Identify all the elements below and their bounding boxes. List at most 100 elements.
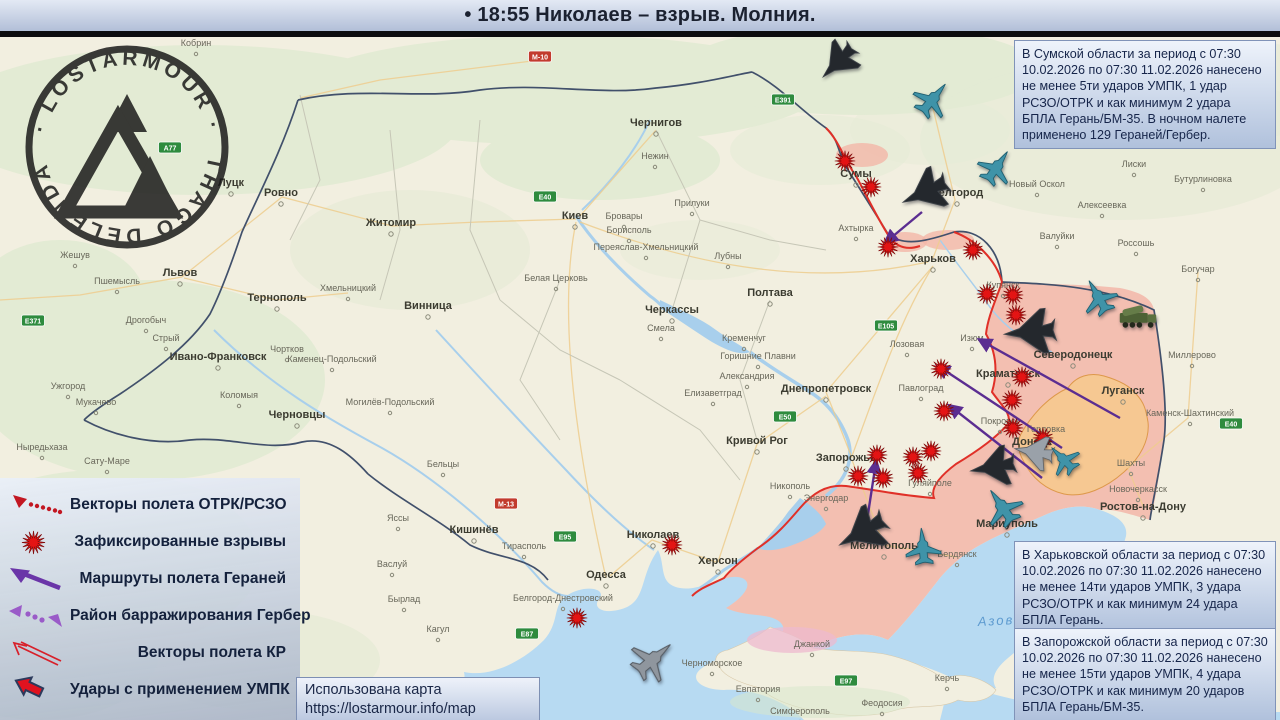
- svg-text:Джанкой: Джанкой: [794, 639, 830, 649]
- svg-text:Одесса: Одесса: [586, 569, 627, 581]
- svg-text:Е97: Е97: [840, 679, 853, 686]
- svg-text:Запорожье: Запорожье: [816, 452, 876, 464]
- explosion-marker: [661, 534, 683, 556]
- svg-text:М-10: М-10: [532, 55, 548, 62]
- explosion-marker: [976, 283, 998, 305]
- map-legend: Векторы полета ОТРК/РСЗО Зафиксированные…: [0, 478, 311, 720]
- svg-text:Днепропетровск: Днепропетровск: [781, 383, 872, 395]
- svg-text:Кагул: Кагул: [426, 624, 449, 634]
- legend-item-kr: Векторы полета КР: [6, 634, 292, 671]
- svg-text:Энергодар: Энергодар: [804, 493, 849, 503]
- svg-text:Лиски: Лиски: [1122, 159, 1146, 169]
- explosion-icon: [21, 530, 46, 554]
- legend-label: Зафиксированные взрывы: [74, 532, 286, 550]
- svg-text:Е50: Е50: [779, 415, 792, 422]
- svg-text:Тернополь: Тернополь: [247, 292, 306, 304]
- svg-text:Борисполь: Борисполь: [606, 225, 651, 235]
- otrk-vector-icon: [13, 494, 63, 514]
- svg-text:Бутурлиновка: Бутурлиновка: [1174, 174, 1232, 184]
- svg-text:Ужгород: Ужгород: [51, 381, 86, 391]
- svg-text:Коломыя: Коломыя: [220, 390, 258, 400]
- explosion-marker: [933, 400, 955, 422]
- gerber-loiter-icon: [9, 604, 62, 627]
- info-box-kharkiv: В Харьковской области за период с 07:30 …: [1014, 541, 1276, 635]
- svg-text:Ивано-Франковск: Ивано-Франковск: [170, 351, 267, 363]
- svg-text:Мукачево: Мукачево: [76, 397, 116, 407]
- legend-label: Векторы полета ОТРК/РСЗО: [70, 495, 287, 513]
- svg-text:Феодосия: Феодосия: [861, 698, 902, 708]
- svg-text:Пшемысль: Пшемысль: [94, 276, 140, 286]
- explosion-marker: [902, 446, 924, 468]
- svg-text:Новый Оскол: Новый Оскол: [1009, 179, 1065, 189]
- svg-text:Бырлад: Бырлад: [388, 594, 421, 604]
- road-badge: Е40: [533, 190, 557, 203]
- road-badge: М-10: [528, 50, 552, 63]
- svg-text:Е95: Е95: [559, 535, 572, 542]
- svg-text:Бердянск: Бердянск: [937, 549, 976, 559]
- svg-text:Каменск-Шахтинский: Каменск-Шахтинский: [1146, 408, 1234, 418]
- legend-item-explosions: Зафиксированные взрывы: [6, 523, 292, 560]
- svg-text:Смела: Смела: [647, 323, 675, 333]
- svg-text:Полтава: Полтава: [747, 287, 793, 299]
- svg-text:Симферополь: Симферополь: [770, 706, 830, 716]
- road-badge: Е87: [515, 627, 539, 640]
- svg-text:Васлуй: Васлуй: [377, 559, 407, 569]
- svg-text:Харьков: Харьков: [910, 253, 956, 265]
- svg-text:Ростов-на-Дону: Ростов-на-Дону: [1100, 501, 1187, 513]
- attribution-caption: Использована карта: [305, 682, 442, 698]
- road-badge: Е40: [1219, 417, 1243, 430]
- svg-text:Тирасполь: Тирасполь: [502, 541, 547, 551]
- svg-text:Валуйки: Валуйки: [1040, 231, 1075, 241]
- legend-item-gerber: Район барражирования Гербер: [6, 597, 311, 634]
- svg-text:Переяслав-Хмельницкий: Переяслав-Хмельницкий: [594, 242, 699, 252]
- svg-text:Горишние Плавни: Горишние Плавни: [720, 351, 796, 361]
- svg-text:Сату-Маре: Сату-Маре: [84, 456, 130, 466]
- road-badge: Е95: [553, 530, 577, 543]
- legend-label: Район барражирования Гербер: [70, 606, 311, 624]
- legend-label: Удары с применением УМПК: [70, 680, 290, 698]
- svg-text:Евпатория: Евпатория: [736, 684, 781, 694]
- svg-text:Никополь: Никополь: [770, 481, 811, 491]
- attribution-url[interactable]: https://lostarmour.info/map: [305, 700, 531, 719]
- svg-text:Чернигов: Чернигов: [630, 117, 682, 129]
- svg-text:Е40: Е40: [539, 195, 552, 202]
- svg-text:Яссы: Яссы: [387, 513, 409, 523]
- svg-text:Чортков: Чортков: [270, 344, 304, 354]
- explosion-marker: [860, 176, 882, 198]
- svg-text:Луганск: Луганск: [1102, 385, 1145, 397]
- screenshot-stage: Е40 Е40 Е95 Е87 Е97 Е105 Е50 Е371 Е391 А77 М-10 М-1…: [0, 0, 1280, 720]
- legend-label: Маршруты полета Гераней: [79, 569, 286, 587]
- news-ticker-bar: • 18:55 Николаев – взрыв. Молния.: [0, 0, 1280, 37]
- svg-text:Кривой Рог: Кривой Рог: [726, 435, 788, 447]
- svg-text:Ныредьхаза: Ныредьхаза: [16, 442, 67, 452]
- svg-text:Могилёв-Подольский: Могилёв-Подольский: [346, 397, 435, 407]
- umpk-strike-icon: [14, 675, 45, 698]
- geran-route-icon: [10, 567, 61, 590]
- explosion-marker: [872, 467, 894, 489]
- explosion-marker: [847, 465, 869, 487]
- svg-text:Е40: Е40: [1225, 422, 1238, 429]
- explosion-marker: [930, 358, 952, 380]
- explosion-marker: [962, 239, 984, 261]
- explosion-marker: [1001, 389, 1023, 411]
- explosion-marker: [1002, 284, 1024, 306]
- svg-text:Белгород-Днестровский: Белгород-Днестровский: [513, 593, 613, 603]
- svg-text:М-13: М-13: [498, 502, 514, 509]
- svg-text:Ровно: Ровно: [264, 187, 298, 199]
- road-badge: Е105: [874, 319, 898, 332]
- svg-text:Львов: Львов: [163, 267, 198, 279]
- svg-text:Александрия: Александрия: [720, 371, 775, 381]
- legend-item-geran-routes: Маршруты полета Гераней: [6, 560, 292, 597]
- svg-text:Россошь: Россошь: [1118, 238, 1155, 248]
- svg-text:Хмельницкий: Хмельницкий: [320, 283, 376, 293]
- svg-text:Алексеевка: Алексеевка: [1078, 200, 1127, 210]
- road-badge: Е50: [773, 410, 797, 423]
- svg-text:Павлоград: Павлоград: [899, 383, 945, 393]
- svg-text:Черноморское: Черноморское: [682, 658, 743, 668]
- svg-text:Миллерово: Миллерово: [1168, 350, 1216, 360]
- svg-text:Лубны: Лубны: [714, 251, 741, 261]
- svg-text:Черновцы: Черновцы: [269, 409, 326, 421]
- svg-text:Бельцы: Бельцы: [427, 459, 459, 469]
- svg-text:Новочеркасск: Новочеркасск: [1109, 484, 1167, 494]
- map-attribution-box: Использована карта https://lostarmour.in…: [296, 677, 540, 720]
